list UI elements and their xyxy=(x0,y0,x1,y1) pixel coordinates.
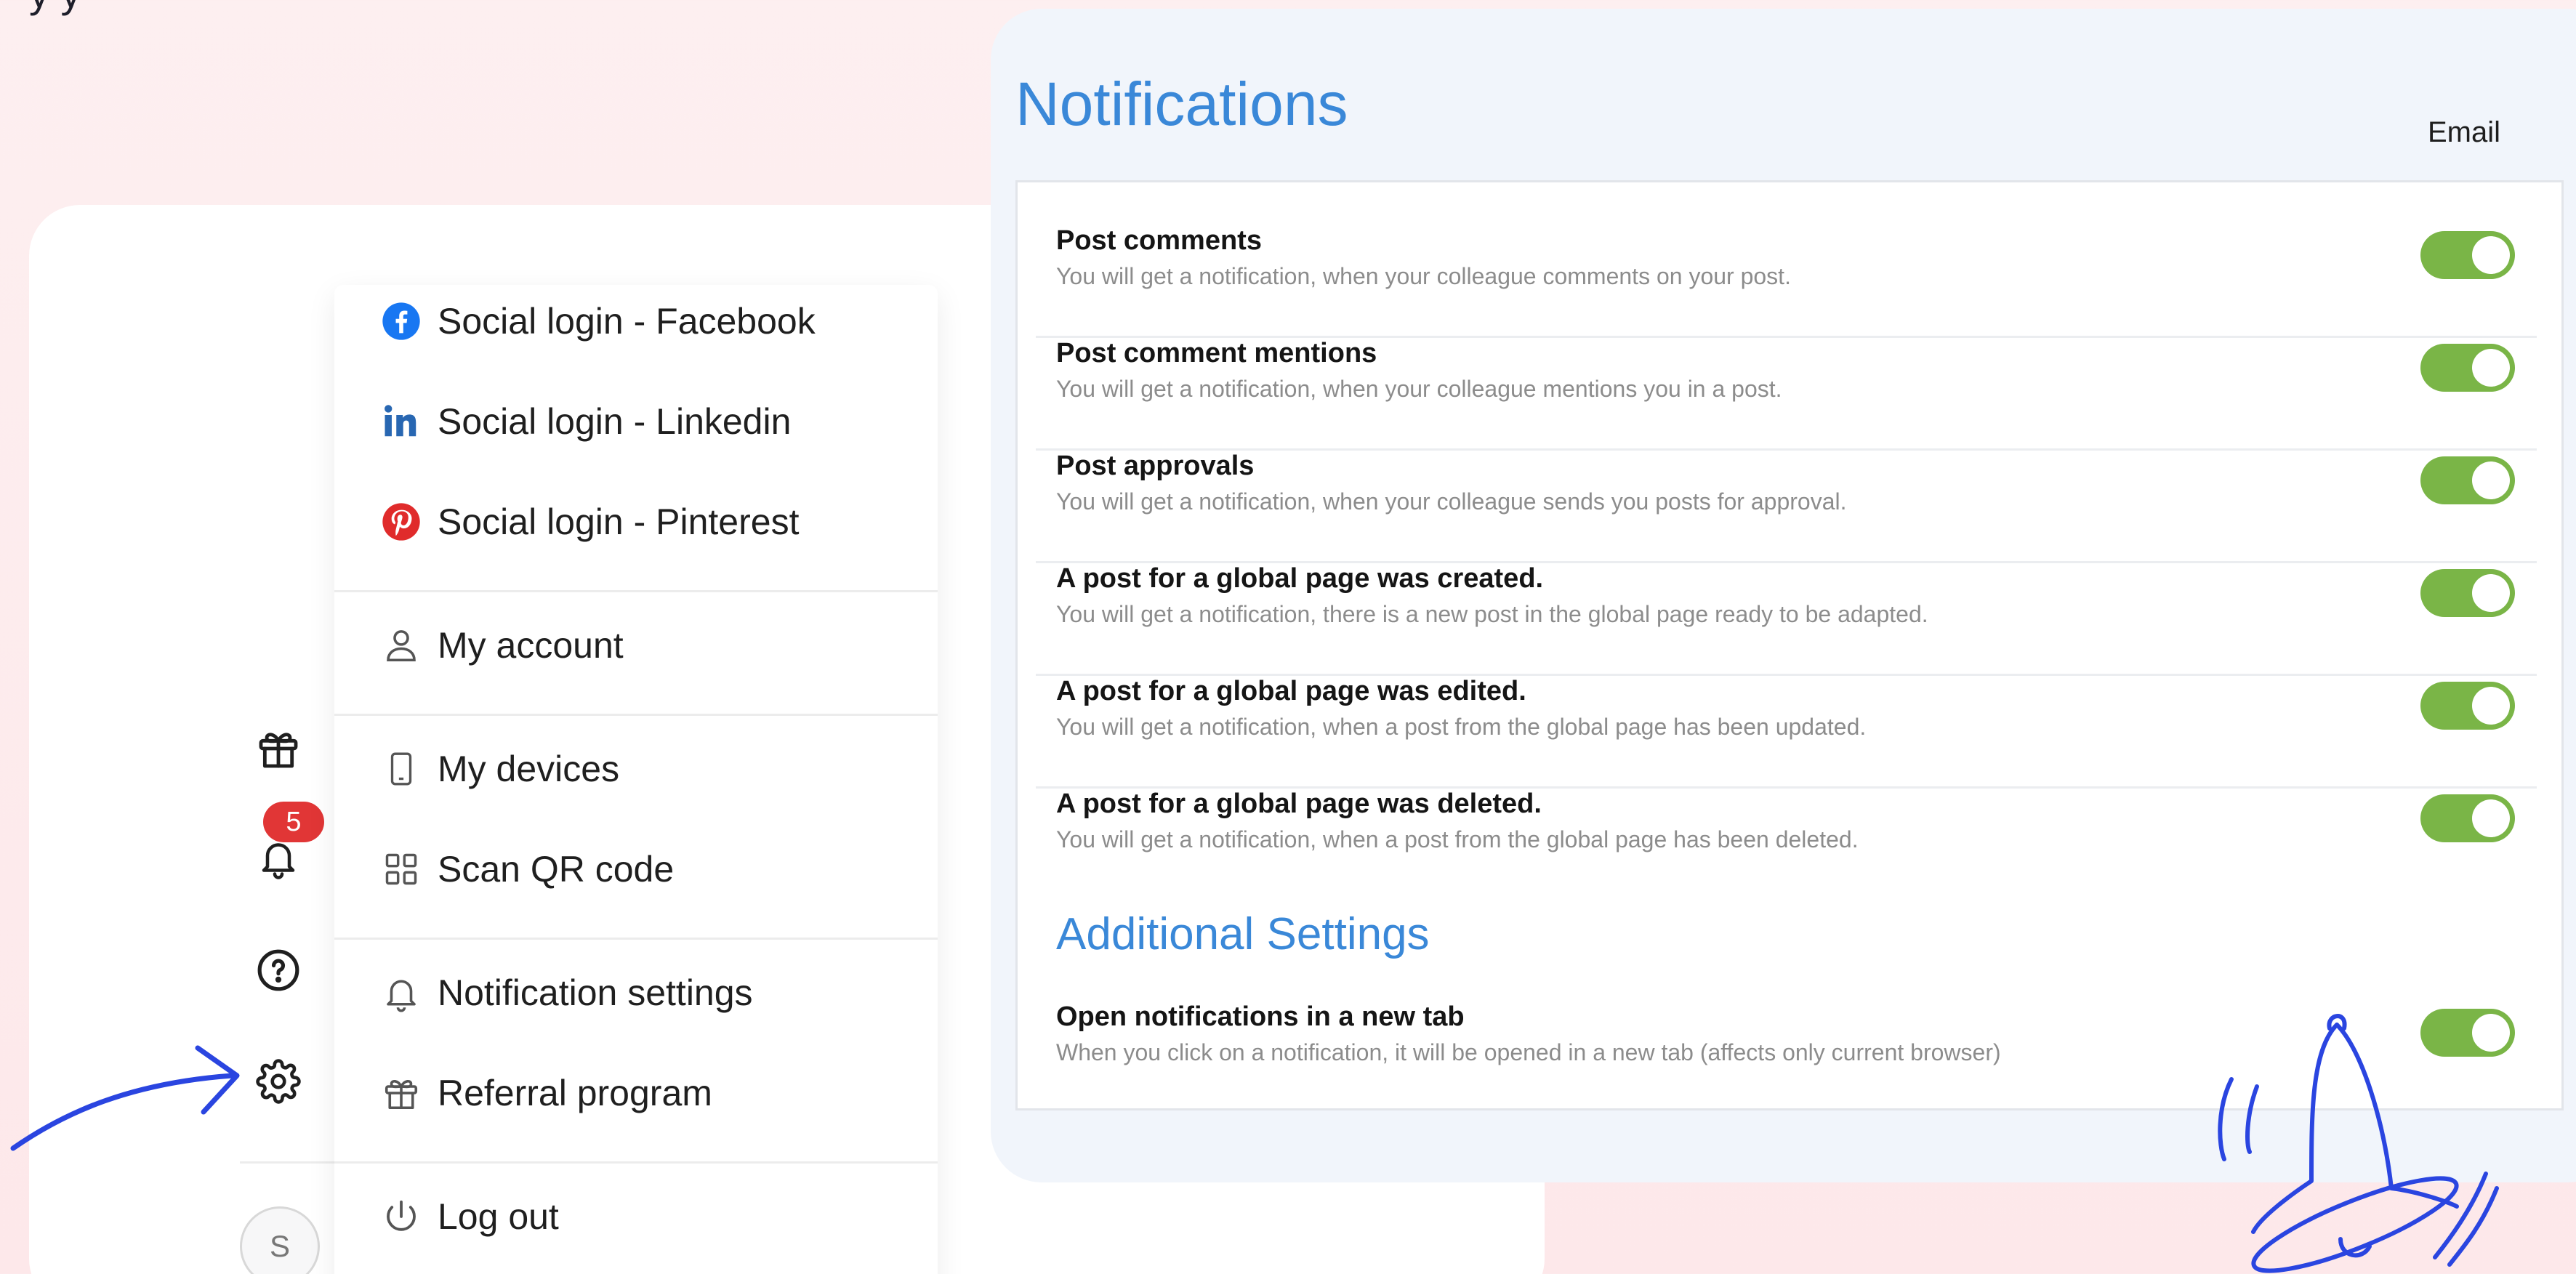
menu-item-notification-settings[interactable]: Notification settings xyxy=(379,956,932,1029)
row-description: When you click on a notification, it wil… xyxy=(1056,1039,2001,1065)
row-description: You will get a notification, when your c… xyxy=(1056,376,1782,402)
qr-grid-icon xyxy=(379,847,423,891)
email-toggle[interactable] xyxy=(2420,682,2515,730)
row-title: Post comments xyxy=(1056,225,1262,256)
menu-item-facebook-login[interactable]: Social login - Facebook xyxy=(379,285,932,358)
arrow-doodle-icon xyxy=(10,1045,240,1151)
pinterest-icon xyxy=(379,500,423,544)
toggle-knob xyxy=(2472,687,2510,725)
linkedin-icon xyxy=(379,400,423,443)
user-icon xyxy=(379,624,423,667)
help-icon[interactable] xyxy=(246,938,311,1003)
notification-row-post-comments: Post comments You will get a notificatio… xyxy=(1036,225,2537,338)
email-toggle[interactable] xyxy=(2420,456,2515,504)
menu-item-my-account[interactable]: My account xyxy=(379,609,932,682)
additional-settings-heading: Additional Settings xyxy=(1056,909,1430,959)
menu-divider xyxy=(334,1161,938,1164)
toggle-knob xyxy=(2472,349,2510,387)
row-description: You will get a notification, when your c… xyxy=(1056,263,1791,289)
menu-item-label: My devices xyxy=(438,749,620,789)
bell-doodle-icon xyxy=(2218,1014,2499,1273)
row-description: You will get a notification, when a post… xyxy=(1056,826,1859,852)
toggle-knob xyxy=(2472,461,2510,499)
row-description: You will get a notification, when your c… xyxy=(1056,488,1847,515)
menu-item-label: Referral program xyxy=(438,1073,712,1113)
menu-item-linkedin-login[interactable]: Social login - Linkedin xyxy=(379,385,932,458)
menu-divider xyxy=(334,714,938,716)
menu-item-label: Social login - Pinterest xyxy=(438,501,800,542)
notification-count-badge: 5 xyxy=(263,802,324,842)
cut-off-heading-text: y y xyxy=(29,0,81,17)
menu-divider xyxy=(334,590,938,592)
row-title: Post comment mentions xyxy=(1056,338,1377,368)
phone-icon xyxy=(379,747,423,791)
toggle-knob xyxy=(2472,236,2510,274)
menu-item-label: Social login - Linkedin xyxy=(438,401,792,442)
menu-item-label: Scan QR code xyxy=(438,849,675,890)
gift-icon xyxy=(379,1071,423,1115)
menu-item-my-devices[interactable]: My devices xyxy=(379,733,932,805)
row-title: Post approvals xyxy=(1056,451,1255,481)
row-description: You will get a notification, there is a … xyxy=(1056,601,1928,627)
power-icon xyxy=(379,1195,423,1238)
gift-icon[interactable] xyxy=(246,716,311,781)
settings-dropdown-menu: Social login - Facebook Social login - L… xyxy=(334,285,938,1274)
menu-item-label: My account xyxy=(438,625,624,666)
menu-item-log-out[interactable]: Log out xyxy=(379,1180,932,1253)
menu-item-pinterest-login[interactable]: Social login - Pinterest xyxy=(379,485,932,558)
menu-item-label: Social login - Facebook xyxy=(438,301,816,342)
page-title: Notifications xyxy=(1015,70,1348,138)
toggle-knob xyxy=(2472,799,2510,837)
notification-row-global-created: A post for a global page was created. Yo… xyxy=(1036,563,2537,676)
notification-row-global-deleted: A post for a global page was deleted. Yo… xyxy=(1036,789,2537,901)
notification-row-post-comment-mentions: Post comment mentions You will get a not… xyxy=(1036,338,2537,451)
toggle-knob xyxy=(2472,574,2510,612)
menu-item-label: Notification settings xyxy=(438,972,753,1013)
email-toggle[interactable] xyxy=(2420,569,2515,617)
email-toggle[interactable] xyxy=(2420,344,2515,392)
email-toggle[interactable] xyxy=(2420,794,2515,842)
menu-item-scan-qr[interactable]: Scan QR code xyxy=(379,833,932,906)
menu-divider xyxy=(334,938,938,940)
bell-icon xyxy=(379,971,423,1015)
notification-row-post-approvals: Post approvals You will get a notificati… xyxy=(1036,451,2537,563)
menu-item-label: Log out xyxy=(438,1196,559,1237)
row-title: A post for a global page was deleted. xyxy=(1056,789,1542,819)
gear-icon[interactable] xyxy=(246,1049,311,1114)
notification-row-global-edited: A post for a global page was edited. You… xyxy=(1036,676,2537,789)
row-title: A post for a global page was created. xyxy=(1056,563,1544,594)
email-toggle[interactable] xyxy=(2420,231,2515,279)
row-title: A post for a global page was edited. xyxy=(1056,676,1526,706)
column-header-email: Email xyxy=(2428,116,2501,148)
row-title: Open notifications in a new tab xyxy=(1056,1001,1465,1032)
facebook-icon xyxy=(379,299,423,343)
menu-item-referral-program[interactable]: Referral program xyxy=(379,1057,932,1129)
row-description: You will get a notification, when a post… xyxy=(1056,714,1867,740)
